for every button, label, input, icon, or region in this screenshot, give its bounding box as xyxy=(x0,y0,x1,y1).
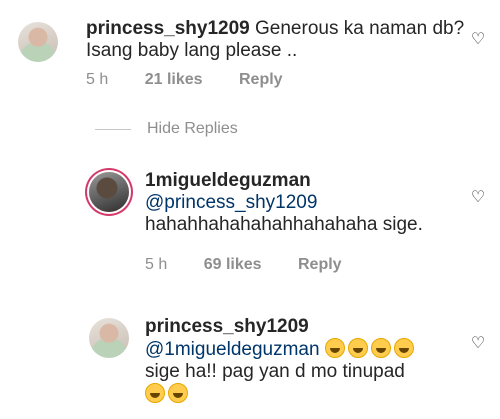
avatar[interactable] xyxy=(89,318,129,358)
emoji-group xyxy=(145,383,465,406)
reply-button[interactable]: Reply xyxy=(239,71,283,88)
comment-username[interactable]: princess_shy1209 xyxy=(86,18,250,39)
grinning-face-with-sweat-emoji xyxy=(324,338,345,358)
grinning-face-with-sweat-emoji xyxy=(145,383,165,403)
comment-body: princess_shy1209 @1migueldeguzman sige h… xyxy=(145,316,465,406)
heart-outline-icon[interactable]: ♡ xyxy=(470,336,486,352)
avatar[interactable] xyxy=(89,172,129,212)
comment-text: hahahhahahahahhahahaha sige. xyxy=(145,214,423,235)
comment-likes[interactable]: 69 likes xyxy=(204,256,262,273)
mention-link[interactable]: @1migueldeguzman xyxy=(145,339,320,360)
avatar[interactable] xyxy=(18,22,58,62)
comment-time: 5 h xyxy=(145,256,168,273)
comment-meta: 5 h 21 likes Reply xyxy=(86,71,315,89)
comment-username[interactable]: 1migueldeguzman xyxy=(145,170,465,192)
grinning-face-with-sweat-emoji xyxy=(168,383,188,403)
divider xyxy=(95,128,131,130)
comment-time: 5 h xyxy=(86,71,109,88)
comment-meta: 5 h 69 likes Reply xyxy=(145,256,374,274)
comment-text: sige ha!! pag yan d mo tinupad xyxy=(145,361,405,382)
grinning-face-with-sweat-emoji xyxy=(347,338,368,358)
reply-button[interactable]: Reply xyxy=(298,256,342,273)
heart-outline-icon[interactable]: ♡ xyxy=(470,32,486,48)
grinning-face-with-sweat-emoji xyxy=(370,338,391,358)
heart-outline-icon[interactable]: ♡ xyxy=(470,190,486,206)
comment-body: princess_shy1209 Generous ka naman db? I… xyxy=(86,18,466,62)
hide-replies-toggle[interactable]: Hide Replies xyxy=(95,120,238,138)
emoji-group xyxy=(324,338,417,360)
hide-replies-label[interactable]: Hide Replies xyxy=(147,120,238,138)
grinning-face-with-sweat-emoji xyxy=(393,338,414,358)
mention-link[interactable]: @princess_shy1209 xyxy=(145,192,465,214)
comment-username[interactable]: princess_shy1209 xyxy=(145,316,465,338)
comment-likes[interactable]: 21 likes xyxy=(145,71,203,88)
comment-body: 1migueldeguzman @princess_shy1209 hahahh… xyxy=(145,170,465,236)
